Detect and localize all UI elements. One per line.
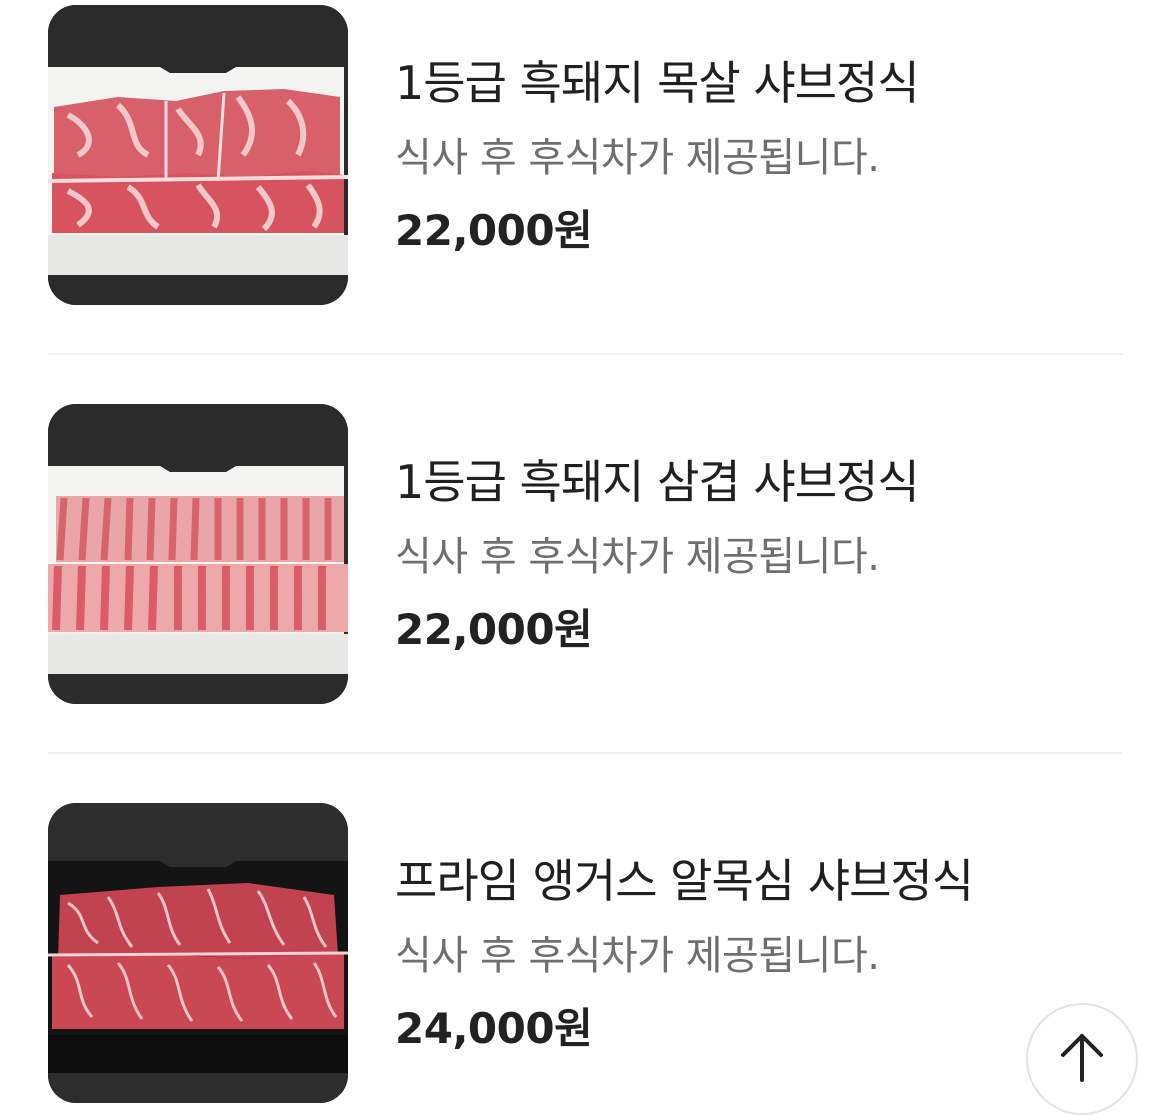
menu-item-description: 식사 후 후식차가 제공됩니다. xyxy=(395,135,880,181)
menu-item[interactable]: 1등급 흑돼지 삼겹 샤브정식 식사 후 후식차가 제공됩니다. 22,000원 xyxy=(48,404,1122,704)
arrow-up-icon xyxy=(1061,1034,1103,1082)
menu-item-price: 22,000원 xyxy=(395,206,593,255)
scroll-to-top-button[interactable] xyxy=(1026,1003,1138,1115)
menu-item-price: 22,000원 xyxy=(395,605,593,654)
menu-item-description: 식사 후 후식차가 제공됩니다. xyxy=(395,933,880,979)
divider xyxy=(48,752,1122,754)
menu-item-image xyxy=(48,803,348,1103)
menu-item[interactable]: 프라임 앵거스 알목심 샤브정식 식사 후 후식차가 제공됩니다. 24,000… xyxy=(48,803,1122,1103)
menu-item-title: 프라임 앵거스 알목심 샤브정식 xyxy=(395,854,974,908)
menu-item[interactable]: 1등급 흑돼지 목살 샤브정식 식사 후 후식차가 제공됩니다. 22,000원 xyxy=(48,5,1122,305)
menu-item-title: 1등급 흑돼지 목살 샤브정식 xyxy=(395,56,920,110)
menu-item-image xyxy=(48,5,348,305)
divider xyxy=(48,353,1122,355)
menu-item-image xyxy=(48,404,348,704)
menu-item-title: 1등급 흑돼지 삼겹 샤브정식 xyxy=(395,455,920,509)
menu-item-description: 식사 후 후식차가 제공됩니다. xyxy=(395,534,880,580)
menu-item-price: 24,000원 xyxy=(395,1004,593,1053)
